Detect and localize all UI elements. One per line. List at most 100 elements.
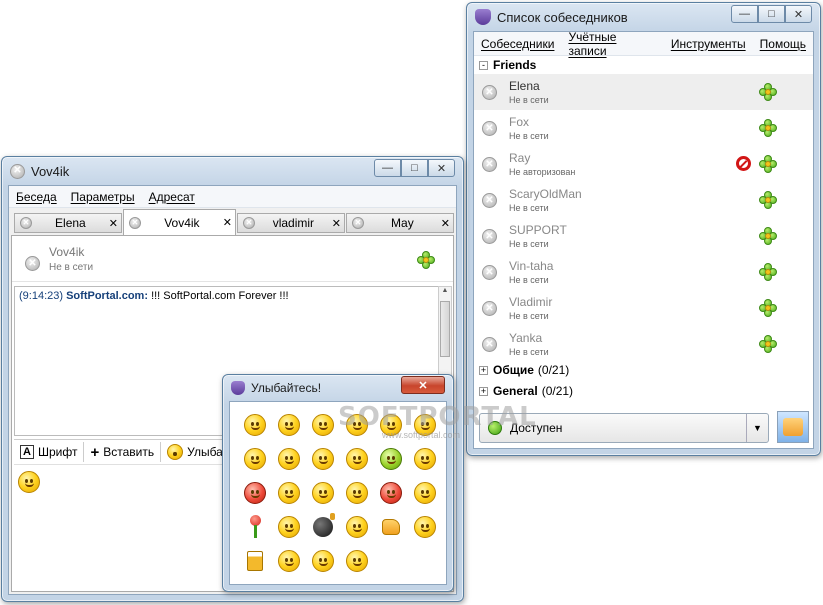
emoticon-whistle[interactable] [408, 510, 442, 544]
in-love-icon [346, 550, 368, 572]
emoticon-sad[interactable] [306, 408, 340, 442]
maximize-button[interactable]: □ [758, 5, 785, 23]
tab-vladimir[interactable]: ✕ vladimir ✕ [237, 213, 345, 233]
emoticon-bomb[interactable] [306, 510, 340, 544]
emoticon-headphones[interactable] [238, 442, 272, 476]
emoticon-big-grin[interactable] [272, 442, 306, 476]
contact-row[interactable]: ✕ SUPPORT Не в сети [474, 218, 813, 254]
buddy-icon [783, 418, 803, 436]
close-tab-icon[interactable]: ✕ [109, 217, 118, 230]
tab-bar: ✕ Elena ✕ ✕ Vov4ik ✕ ✕ vladimir ✕ ✕ May … [9, 208, 456, 235]
emoticon-sick[interactable] [374, 442, 408, 476]
dropdown-arrow-icon[interactable]: ▼ [746, 414, 768, 442]
tab-vov4ik[interactable]: ✕ Vov4ik ✕ [123, 209, 236, 235]
emoticon-confused[interactable] [272, 510, 306, 544]
contact-row[interactable]: ✕ Yanka Не в сети [474, 326, 813, 362]
emoticon-grid [238, 408, 438, 578]
emoticon-rose[interactable] [238, 510, 272, 544]
emoticon-crying[interactable] [340, 408, 374, 442]
emoticon-surprised[interactable] [340, 476, 374, 510]
insert-button[interactable]: + Вставить [84, 442, 162, 462]
emoticon-smile[interactable] [238, 408, 272, 442]
menu-contacts[interactable]: Собеседники [474, 37, 561, 51]
minimize-button[interactable]: — [731, 5, 758, 23]
buddy-icon-button[interactable] [777, 411, 809, 443]
menu-conversation[interactable]: Беседа [9, 190, 64, 204]
menu-tools[interactable]: Инструменты [664, 37, 753, 51]
close-tab-icon[interactable]: ✕ [223, 216, 232, 229]
tab-may[interactable]: ✕ May ✕ [346, 213, 454, 233]
shocked-icon [346, 448, 368, 470]
emoticon-skeptical[interactable] [340, 510, 374, 544]
contact-name: ScaryOldMan [509, 187, 582, 201]
minimize-button[interactable]: — [374, 159, 401, 177]
close-button[interactable]: ✕ [428, 159, 455, 177]
contact-name: Vov4ik [49, 245, 85, 259]
presence-selector[interactable]: Доступен ▼ [479, 413, 769, 443]
expand-icon[interactable]: + [479, 365, 488, 375]
insert-label: Вставить [103, 445, 155, 459]
emoticon-beer[interactable] [238, 544, 272, 578]
emoticon-shocked[interactable] [340, 442, 374, 476]
close-button[interactable]: ✕ [785, 5, 812, 23]
offline-status-icon: ✕ [482, 301, 497, 316]
contact-row[interactable]: ✕ Vladimir Не в сети [474, 290, 813, 326]
emoticon-cool[interactable] [306, 544, 340, 578]
angry-icon [244, 482, 266, 504]
menu-help[interactable]: Помощь [753, 37, 813, 51]
emoticon-devil[interactable] [374, 476, 408, 510]
emoticon-kiss-pair[interactable] [306, 476, 340, 510]
angel-icon [414, 482, 436, 504]
emoticon-kiss[interactable] [272, 476, 306, 510]
contact-row[interactable]: ✕ ScaryOldMan Не в сети [474, 182, 813, 218]
emoticon-neutral[interactable] [272, 408, 306, 442]
scroll-up-icon[interactable]: ▲ [439, 287, 451, 299]
tab-elena[interactable]: ✕ Elena ✕ [14, 213, 122, 233]
close-button[interactable]: ✕ [401, 376, 445, 394]
emoticon-in-love[interactable] [340, 544, 374, 578]
emoticon-grin[interactable] [374, 408, 408, 442]
contact-row[interactable]: ✕ Fox Не в сети [474, 110, 813, 146]
offline-status-icon: ✕ [482, 229, 497, 244]
emoticon-thumbs-up[interactable] [374, 510, 408, 544]
contact-name: Ray [509, 151, 531, 165]
menu-options[interactable]: Параметры [64, 190, 142, 204]
maximize-button[interactable]: □ [401, 159, 428, 177]
contact-row[interactable]: ✕ Vin-taha Не в сети [474, 254, 813, 290]
emoticon-sleepy[interactable] [306, 442, 340, 476]
contacts-titlebar[interactable]: Список собеседников — □ ✕ [467, 3, 820, 31]
group-general-ru-label: Общие [493, 363, 534, 377]
group-friends[interactable]: - Friends [474, 56, 813, 74]
group-general-en-count: (0/21) [541, 384, 574, 398]
emoticon-wink[interactable] [408, 442, 442, 476]
menu-accounts[interactable]: Учётные записи [561, 30, 663, 58]
smiley-titlebar[interactable]: Улыбайтесь! ✕ [223, 375, 453, 401]
group-general-ru[interactable]: + Общие (0/21) [479, 363, 569, 377]
group-friends-label: Friends [493, 58, 537, 72]
font-button[interactable]: A Шрифт [14, 442, 85, 462]
group-general-en[interactable]: + General (0/21) [479, 384, 573, 398]
emoticon-laughing[interactable] [272, 544, 306, 578]
menu-addressee[interactable]: Адресат [142, 190, 202, 204]
emoticon-angel[interactable] [408, 476, 442, 510]
chat-titlebar[interactable]: ✕ Vov4ik — □ ✕ [2, 157, 463, 185]
font-icon: A [20, 445, 34, 459]
contact-row[interactable]: ✕ Ray Не авторизован [474, 146, 813, 182]
smile-button[interactable]: Улыба [161, 442, 229, 462]
contact-row[interactable]: ✕ Elena Не в сети [474, 74, 813, 110]
expand-icon[interactable]: + [479, 386, 488, 396]
offline-status-icon: ✕ [482, 337, 497, 352]
scroll-thumb[interactable] [440, 301, 450, 357]
emoticon-tongue[interactable] [408, 408, 442, 442]
icq-icon [759, 119, 777, 137]
smiley-window: Улыбайтесь! ✕ [222, 374, 454, 592]
collapse-icon[interactable]: - [479, 60, 488, 70]
close-tab-icon[interactable]: ✕ [441, 217, 450, 230]
wink-icon [414, 448, 436, 470]
laughing-icon [278, 550, 300, 572]
beer-icon [247, 551, 263, 571]
close-tab-icon[interactable]: ✕ [332, 217, 341, 230]
contact-status: Не в сети [509, 347, 549, 357]
emoticon-angry[interactable] [238, 476, 272, 510]
contact-name: Elena [509, 79, 540, 93]
